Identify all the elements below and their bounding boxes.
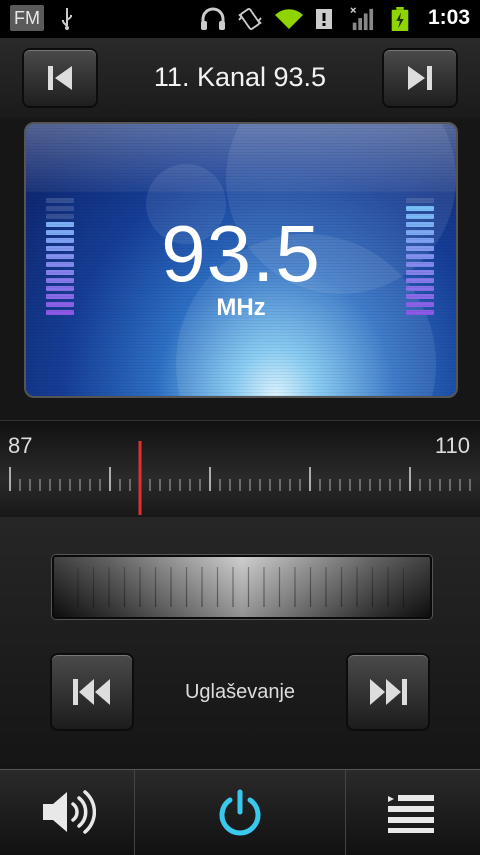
alert-icon <box>316 9 332 29</box>
dial-scale <box>9 441 471 515</box>
tuning-wheel[interactable] <box>52 555 432 619</box>
battery-charging-icon <box>391 7 409 31</box>
bottom-bar <box>0 769 480 855</box>
vu-bar <box>46 198 74 203</box>
rewind-icon <box>73 679 110 705</box>
fm-app-badge: FM <box>10 5 44 31</box>
headphones-icon <box>201 7 225 30</box>
station-header: 11. Kanal 93.5 <box>0 38 480 120</box>
station-list-button[interactable] <box>346 770 480 855</box>
status-bar: FM 1:03 <box>0 0 480 38</box>
status-time: 1:03 <box>427 6 470 29</box>
next-station-button[interactable] <box>384 50 456 106</box>
skip-next-icon <box>408 66 432 90</box>
usb-icon <box>62 8 72 30</box>
list-icon <box>388 795 434 833</box>
speaker-volume-icon <box>43 790 96 834</box>
seek-back-button[interactable] <box>52 655 132 729</box>
vu-bar <box>406 198 434 203</box>
frequency-unit: MHz <box>216 294 266 321</box>
signal-icon <box>350 7 374 31</box>
wifi-icon <box>275 9 303 29</box>
fast-forward-icon <box>370 679 407 705</box>
volume-button[interactable] <box>0 770 134 855</box>
wheel-ridges <box>77 567 405 607</box>
power-button[interactable] <box>135 770 345 855</box>
skip-previous-icon <box>48 66 72 90</box>
previous-station-button[interactable] <box>24 50 96 106</box>
display-panel: 93.5 MHz <box>0 118 480 420</box>
station-title: 11. Kanal 93.5 <box>153 62 327 92</box>
frequency-display: 93.5 MHz <box>24 122 458 398</box>
vibrate-icon <box>238 8 262 30</box>
tuning-dial[interactable]: 87 110 <box>0 420 480 518</box>
tuning-panel: Uglaševanje <box>0 517 480 769</box>
tuning-label: Uglaševanje <box>184 681 296 703</box>
seek-forward-button[interactable] <box>348 655 428 729</box>
power-icon <box>219 789 261 836</box>
frequency-value: 93.5 <box>161 209 321 298</box>
